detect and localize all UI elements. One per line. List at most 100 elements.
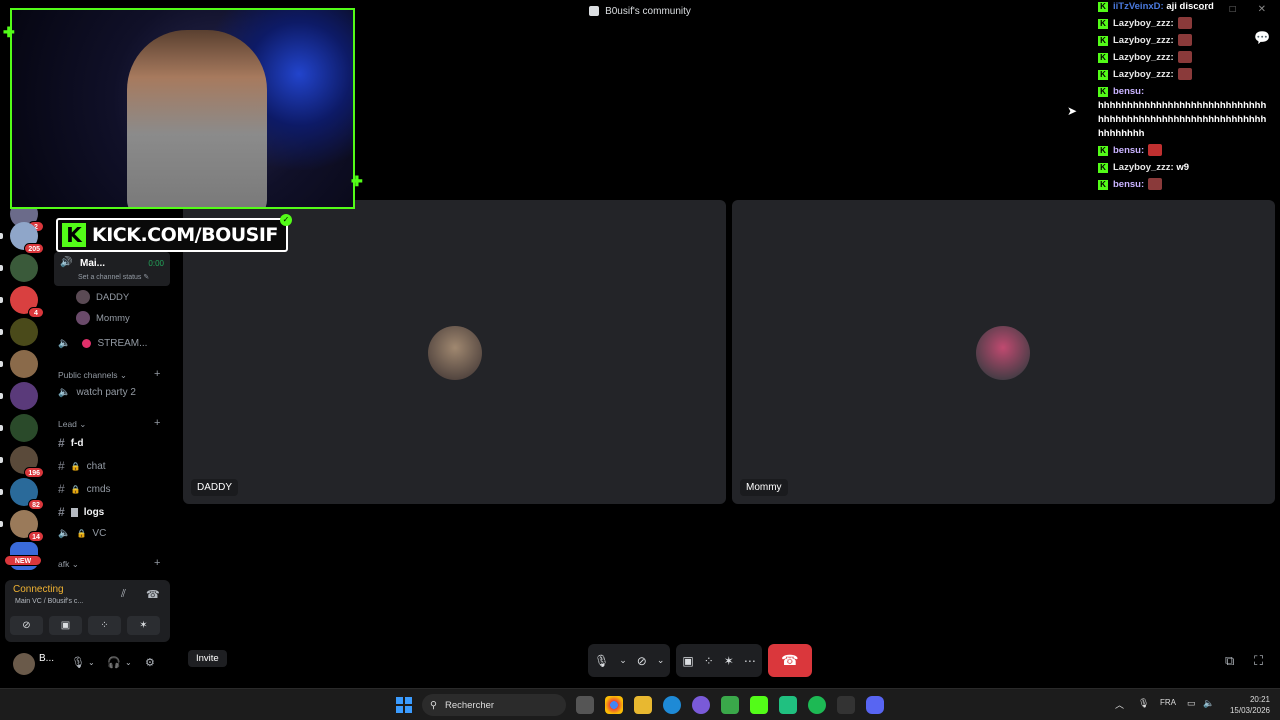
server-icon-8[interactable] xyxy=(0,414,38,442)
hash-icon: # xyxy=(58,436,65,450)
microphone-icon[interactable]: 🎙 xyxy=(1138,698,1149,709)
fullscreen-icon[interactable]: ⛶ xyxy=(1254,653,1263,669)
invite-button[interactable]: Invite xyxy=(188,650,227,667)
server-icon-6[interactable] xyxy=(0,350,38,378)
disconnect-icon[interactable]: ☎ xyxy=(146,588,160,601)
app-icon[interactable] xyxy=(692,696,710,714)
unread-pip xyxy=(0,329,3,335)
camera-off-icon[interactable]: ⊘ xyxy=(637,654,647,668)
volume-icon[interactable]: 🔈 xyxy=(1203,698,1214,709)
soundboard-button[interactable]: ✶ xyxy=(127,616,160,635)
kick-badge-icon: K xyxy=(1098,180,1108,190)
chat-text: hhhhhhhhhhhhhhhhhhhhhhhhhhhhhhhhhhhhhhhh… xyxy=(1098,100,1267,139)
speaker-icon: 🔊 xyxy=(60,257,73,268)
server-icon-9[interactable]: 196 xyxy=(0,446,44,478)
chevron-down-icon[interactable]: ⌄ xyxy=(125,658,132,667)
unread-pip xyxy=(0,233,3,239)
add-channel-icon[interactable]: + xyxy=(154,368,160,380)
frame-corner-icon: ✚ xyxy=(351,173,363,189)
streamer-silhouette xyxy=(127,30,267,207)
spotify-icon[interactable] xyxy=(808,696,826,714)
category-public[interactable]: Public channels ⌄ xyxy=(58,370,127,381)
text-channel-cmds[interactable]: # 🔒 cmds xyxy=(58,482,111,496)
chat-bubble-icon[interactable]: 💬 xyxy=(1254,30,1270,46)
screen-share-button[interactable]: ▣ xyxy=(49,616,82,635)
avatar[interactable] xyxy=(13,653,35,675)
pop-out-icon[interactable]: ⧉ xyxy=(1225,653,1234,669)
unread-pip xyxy=(0,521,3,527)
server-icon-11[interactable]: 14 xyxy=(0,510,44,542)
chat-message: K Lazyboy_zzz: xyxy=(1098,17,1268,31)
text-channel-logs[interactable]: # logs xyxy=(58,505,104,519)
add-channel-icon[interactable]: + xyxy=(154,557,160,569)
hang-up-button[interactable]: ☎ xyxy=(767,644,812,677)
lock-icon: 🔒 xyxy=(76,529,87,538)
edge-icon[interactable] xyxy=(663,696,681,714)
noise-suppression-icon[interactable]: ⫽ xyxy=(121,588,126,601)
voice-member-mommy[interactable]: Mommy xyxy=(76,311,130,325)
chrome-icon[interactable] xyxy=(605,696,623,714)
voice-member-daddy[interactable]: DADDY xyxy=(76,290,129,304)
task-view-icon[interactable] xyxy=(576,696,594,714)
chevron-down-icon[interactable]: ⌄ xyxy=(619,655,627,666)
username[interactable]: B... xyxy=(39,653,54,664)
more-icon[interactable]: ⋯ xyxy=(744,654,756,668)
server-icon-10[interactable]: 82 xyxy=(0,478,44,510)
headphones-icon[interactable]: 🎧 xyxy=(107,656,121,669)
discord-icon[interactable] xyxy=(866,696,884,714)
text-channel-chat[interactable]: # 🔒 chat xyxy=(58,459,106,473)
kick-banner: K KICK.COM/BOUSIF ✓ xyxy=(56,214,292,252)
gear-icon[interactable]: ⚙ xyxy=(145,656,155,669)
emote-icon xyxy=(1148,178,1163,191)
soundboard-icon[interactable]: ✶ xyxy=(724,654,734,668)
start-button[interactable] xyxy=(396,697,412,713)
app-icon[interactable] xyxy=(750,696,768,714)
voice-channel-watch-party[interactable]: 🔈 watch party 2 xyxy=(58,387,136,398)
unread-pip xyxy=(0,393,3,399)
app-icon[interactable] xyxy=(779,696,797,714)
chat-user: Lazyboy_zzz: xyxy=(1113,69,1174,80)
stream-chat-overlay: KiiTzVeinxD: aji discord K Lazyboy_zzz: K… xyxy=(1098,0,1268,195)
app-icon[interactable] xyxy=(721,696,739,714)
network-icon[interactable]: ▭ xyxy=(1187,698,1196,709)
server-badge: 14 xyxy=(28,531,44,542)
language-indicator[interactable]: FRA xyxy=(1160,698,1176,707)
chat-user: Lazyboy_zzz: xyxy=(1113,52,1174,63)
channel-status-hint[interactable]: Set a channel status ✎ xyxy=(78,273,149,281)
kick-badge-icon: K xyxy=(1098,163,1108,173)
category-afk[interactable]: afk ⌄ xyxy=(58,559,79,570)
server-icon-3[interactable] xyxy=(0,254,38,282)
activities-icon[interactable]: ⁘ xyxy=(704,654,714,668)
taskbar: ⚲ Rechercher ︿ 🎙 FRA ▭ 🔈 20:21 15/03/202… xyxy=(0,688,1280,720)
app-icon[interactable] xyxy=(837,696,855,714)
voice-channel-stream[interactable]: 🔈 STREAM... xyxy=(58,338,147,349)
search-placeholder: Rechercher xyxy=(444,699,495,711)
chevron-up-icon[interactable]: ︿ xyxy=(1115,698,1124,711)
category-lead[interactable]: Lead ⌄ xyxy=(58,419,86,430)
file-explorer-icon[interactable] xyxy=(634,696,652,714)
camera-off-button[interactable]: ⊘ xyxy=(10,616,43,635)
voice-channel-vc[interactable]: 🔈 🔒 VC xyxy=(58,528,106,539)
member-name: DADDY xyxy=(96,291,130,303)
avatar xyxy=(976,326,1030,380)
activities-button[interactable]: ⁘ xyxy=(88,616,121,635)
connection-location[interactable]: Main VC / B0usif's c... xyxy=(15,598,83,605)
video-tile-mommy[interactable]: Mommy xyxy=(732,200,1275,504)
clock[interactable]: 20:21 15/03/2026 xyxy=(1222,694,1270,716)
chevron-down-icon[interactable]: ⌄ xyxy=(657,655,665,666)
server-icon-12[interactable]: NEW xyxy=(4,542,42,570)
text-channel-f-d[interactable]: # f-d xyxy=(58,436,83,450)
server-icon-2[interactable]: 205 xyxy=(0,222,44,254)
server-icon-5[interactable] xyxy=(0,318,38,346)
chevron-down-icon[interactable]: ⌄ xyxy=(88,658,95,667)
server-icon-7[interactable] xyxy=(0,382,38,410)
screen-share-icon[interactable]: ▣ xyxy=(682,654,693,668)
voice-channel-main[interactable]: 🔊 Mai... 0:00 Set a channel status ✎ xyxy=(54,252,170,286)
chat-message: K Lazyboy_zzz: xyxy=(1098,34,1268,48)
server-icon-4[interactable]: 4 xyxy=(0,286,44,318)
microphone-icon[interactable]: 🎙 xyxy=(594,654,609,668)
add-channel-icon[interactable]: + xyxy=(154,417,160,429)
microphone-icon[interactable]: 🎙 xyxy=(71,656,85,669)
lock-icon: 🔒 xyxy=(70,484,81,494)
taskbar-search[interactable]: ⚲ Rechercher xyxy=(422,694,566,716)
